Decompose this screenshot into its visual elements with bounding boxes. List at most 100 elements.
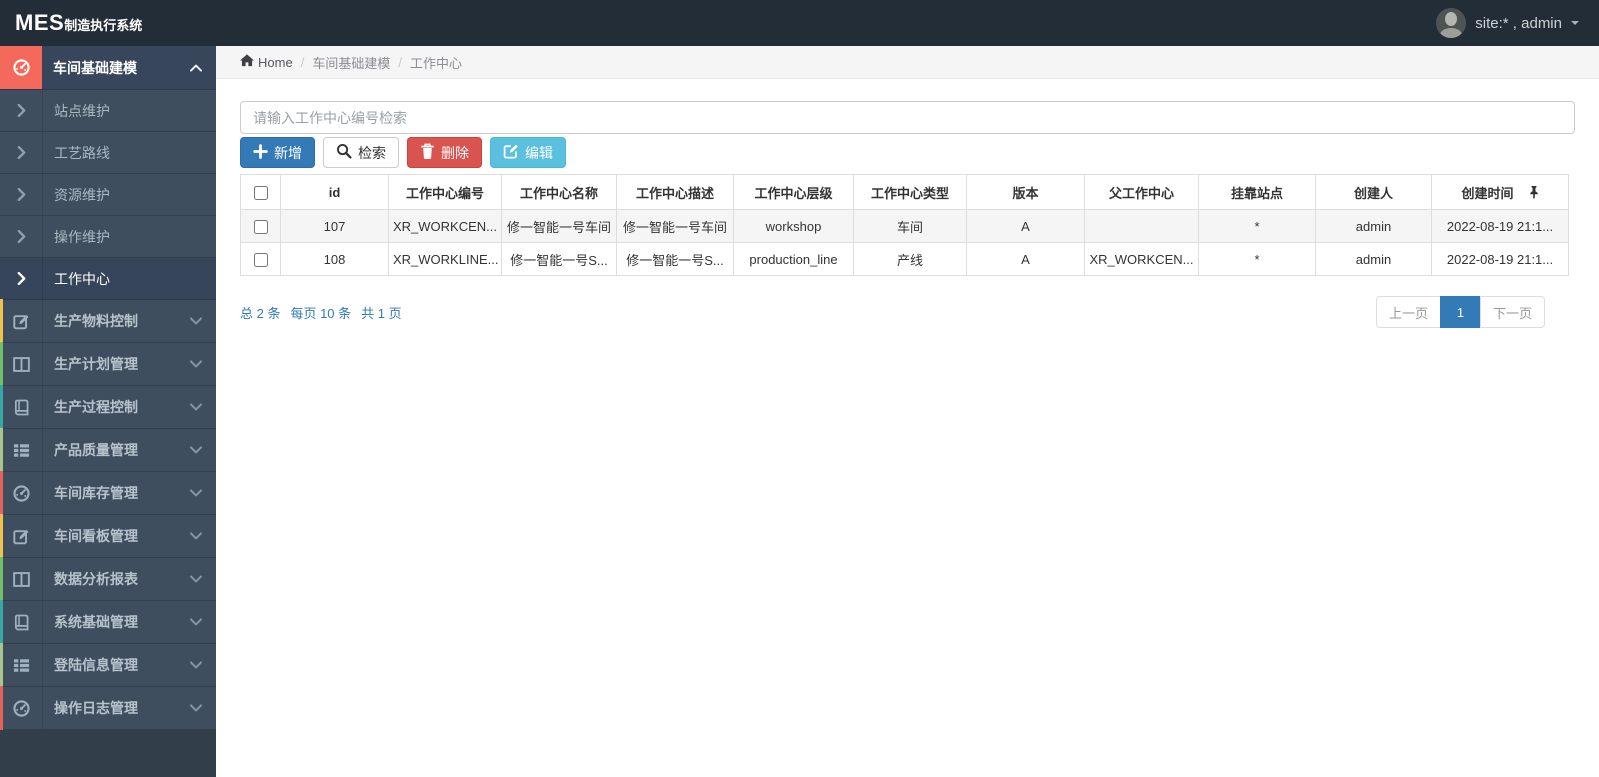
sidebar-group-10[interactable]: 操作日志管理	[0, 686, 216, 730]
cell-created: 2022-08-19 21:1...	[1431, 209, 1569, 243]
sidebar-group-active[interactable]: 车间基础建模	[0, 46, 216, 90]
cell-parent	[1084, 209, 1199, 243]
search-input[interactable]	[240, 101, 1575, 134]
sidebar-group-5[interactable]: 车间库存管理	[0, 471, 216, 515]
sidebar-subitem-2[interactable]: 工艺路线	[0, 132, 216, 174]
sidebar-group-1[interactable]: 生产物料控制	[0, 299, 216, 343]
cell-site: *	[1198, 209, 1316, 243]
row-checkbox-cell	[240, 242, 281, 276]
sidebar-group-label: 车间基础建模	[53, 59, 137, 76]
chevron-down-icon	[190, 343, 202, 385]
app-logo-primary: MES	[15, 10, 65, 35]
header-code: 工作中心编号	[388, 174, 502, 210]
plus-icon	[253, 143, 268, 162]
header-version: 版本	[966, 174, 1085, 210]
delete-button-label: 删除	[441, 144, 469, 161]
workcenter-table: id 工作中心编号 工作中心名称 工作中心描述 工作中心层级 工作中心类型 版本 父工作中心挂…	[240, 174, 1569, 276]
breadcrumb-home[interactable]: Home	[240, 54, 293, 70]
header-desc: 工作中心描述	[616, 174, 734, 210]
chevron-down-icon	[190, 472, 202, 514]
header-level: 工作中心层级	[733, 174, 854, 210]
table-row-2[interactable]: 108 XR_WORKLINE... 修一智能一号S... 修一智能一号S... pro…	[240, 242, 1569, 276]
breadcrumb-item-1: 车间基础建模	[312, 55, 391, 71]
header-creator: 创建人	[1315, 174, 1432, 210]
search-icon	[336, 143, 352, 162]
user-menu[interactable]: site:* , admin	[1436, 8, 1599, 38]
group-accent-strip	[0, 643, 3, 687]
pencil-square-icon	[0, 300, 43, 342]
chevron-up-icon	[190, 46, 202, 89]
edit-button[interactable]: 编辑	[490, 137, 566, 168]
columns-icon	[0, 558, 43, 600]
search-button-label: 检索	[358, 144, 386, 161]
chevron-right-icon	[0, 90, 43, 131]
table-row-1[interactable]: 107 XR_WORKCEN... 修一智能一号车间 修一智能一号车间 workshop…	[240, 209, 1569, 243]
gauge-icon	[0, 46, 42, 89]
pagination-summary: 总 2 条每页 10 条共 1 页	[240, 303, 402, 322]
next-page-button[interactable]: 下一页	[1479, 296, 1545, 328]
sidebar-group-label: 产品质量管理	[54, 442, 138, 458]
group-accent-strip	[0, 299, 3, 343]
sidebar-subitem-label: 工作中心	[54, 270, 110, 287]
cell-version: A	[966, 209, 1085, 243]
group-accent-strip	[0, 557, 3, 601]
cell-id: 108	[280, 242, 389, 276]
sidebar-group-4[interactable]: 产品质量管理	[0, 428, 216, 472]
pagination-summary-1: 总 2 条	[240, 305, 281, 321]
cell-desc: 修一智能一号车间	[616, 209, 734, 243]
book-icon	[0, 386, 43, 428]
cell-parent: XR_WORKCEN...	[1084, 242, 1199, 276]
breadcrumb-item-2: 工作中心	[409, 55, 462, 71]
select-all-checkbox[interactable]	[253, 185, 268, 200]
search-button[interactable]: 检索	[323, 137, 399, 168]
header-created: 创建时间	[1431, 174, 1569, 210]
cell-id: 107	[280, 209, 389, 243]
chevron-right-icon	[0, 216, 43, 257]
header-site: 挂靠站点	[1198, 174, 1316, 210]
prev-page-button[interactable]: 上一页	[1375, 296, 1441, 328]
app-logo[interactable]: MES制造执行系统	[0, 10, 216, 36]
sidebar-submenu: 站点维护工艺路线 资源维护 操作维护工作中心	[0, 90, 216, 300]
sidebar-group-2[interactable]: 生产计划管理	[0, 342, 216, 386]
delete-button[interactable]: 删除	[407, 137, 482, 168]
sidebar-subitem-3[interactable]: 资源维护	[0, 174, 216, 216]
cell-site: *	[1198, 242, 1316, 276]
sidebar-group-6[interactable]: 车间看板管理	[0, 514, 216, 558]
breadcrumb-separator: /	[300, 54, 305, 70]
breadcrumb-home-label: Home	[258, 54, 293, 70]
sidebar-group-label: 系统基础管理	[54, 614, 138, 630]
group-accent-strip	[0, 385, 3, 429]
group-accent-strip	[0, 686, 3, 730]
row-checkbox-cell	[240, 209, 281, 243]
pagination-bar: 总 2 条每页 10 条共 1 页 上一页 1 下一页	[240, 296, 1575, 328]
gauge-icon	[0, 687, 43, 729]
cell-code: XR_WORKCEN...	[388, 209, 502, 243]
add-button[interactable]: 新增	[240, 137, 315, 168]
sidebar-group-label: 操作日志管理	[54, 700, 138, 716]
sidebar-group-8[interactable]: 系统基础管理	[0, 600, 216, 644]
cell-created: 2022-08-19 21:1...	[1431, 242, 1569, 276]
group-accent-strip	[0, 342, 3, 386]
row-checkbox[interactable]	[253, 252, 268, 267]
columns-icon	[0, 343, 43, 385]
row-checkbox[interactable]	[253, 219, 268, 234]
home-icon	[240, 54, 254, 70]
header-type: 工作中心类型	[853, 174, 967, 210]
cell-creator: admin	[1315, 242, 1432, 276]
pin-icon[interactable]	[1529, 185, 1539, 202]
sidebar-group-7[interactable]: 数据分析报表	[0, 557, 216, 601]
main-content: Home / 车间基础建模 / 工作中心 新增 检索 删除 编辑	[216, 46, 1599, 777]
current-page-button[interactable]: 1	[1439, 296, 1481, 328]
sidebar-subitem-1[interactable]: 站点维护	[0, 90, 216, 132]
header-id: id	[280, 174, 389, 210]
sidebar-subitem-label: 站点维护	[54, 102, 110, 119]
sidebar-group-3[interactable]: 生产过程控制	[0, 385, 216, 429]
header-checkbox-cell	[240, 174, 281, 210]
cell-desc: 修一智能一号S...	[616, 242, 734, 276]
chevron-down-icon	[190, 601, 202, 643]
sidebar-subitem-4[interactable]: 操作维护	[0, 216, 216, 258]
chevron-down-icon	[190, 300, 202, 342]
header-name: 工作中心名称	[501, 174, 617, 210]
sidebar-subitem-5[interactable]: 工作中心	[0, 258, 216, 300]
sidebar-group-9[interactable]: 登陆信息管理	[0, 643, 216, 687]
